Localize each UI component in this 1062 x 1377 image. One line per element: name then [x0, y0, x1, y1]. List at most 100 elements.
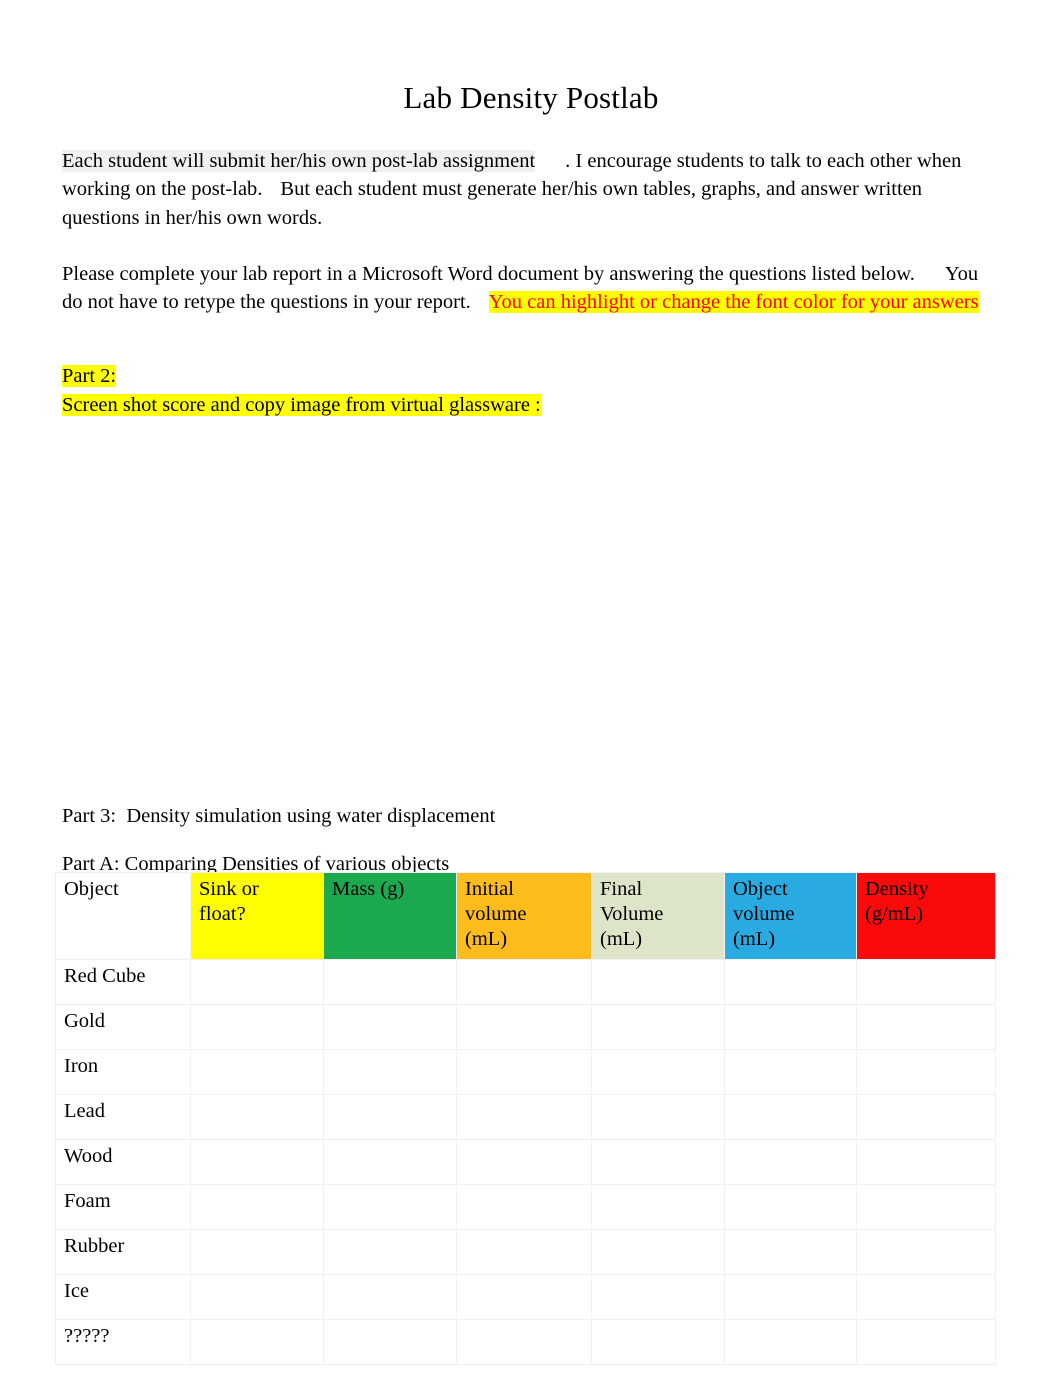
screenshot-placeholder-area — [62, 425, 994, 785]
table-cell-input[interactable] — [323, 1139, 457, 1185]
table-cell-input[interactable] — [323, 1094, 457, 1140]
table-cell-input[interactable] — [456, 1049, 592, 1095]
table-cell-input[interactable] — [856, 1274, 996, 1320]
table-cell-input[interactable] — [856, 1004, 996, 1050]
table-cell-input[interactable] — [456, 959, 592, 1005]
table-cell-input[interactable] — [456, 1184, 592, 1230]
table-cell-object-name: Lead — [55, 1094, 191, 1140]
table-cell-input[interactable] — [724, 1004, 857, 1050]
table-cell-input[interactable] — [456, 1094, 592, 1140]
report-lead: Please complete your lab report in a Mic… — [62, 262, 915, 285]
table-cell-input[interactable] — [724, 1229, 857, 1275]
table-cell-input[interactable] — [190, 1274, 324, 1320]
table-header-line: Initial — [465, 878, 514, 900]
density-table-body: Object Sink or float? Mass (g) Initial volume… — [55, 872, 996, 1365]
table-header-cell: Initial volume (mL) — [456, 872, 592, 960]
table-header-line: volume — [733, 903, 795, 925]
table-cell-input[interactable] — [856, 959, 996, 1005]
table-row: Iron — [55, 1049, 996, 1095]
table-header-line: Mass (g) — [332, 878, 405, 900]
table-cell-object-name: Red Cube — [55, 959, 191, 1005]
table-cell-input[interactable] — [856, 1319, 996, 1365]
table-cell-input[interactable] — [190, 959, 324, 1005]
table-cell-input[interactable] — [591, 1004, 725, 1050]
table-header-line: float? — [199, 903, 246, 925]
table-cell-input[interactable] — [190, 1319, 324, 1365]
table-cell-input[interactable] — [190, 1139, 324, 1185]
table-cell-input[interactable] — [456, 1139, 592, 1185]
table-row: Lead — [55, 1094, 996, 1140]
table-cell-input[interactable] — [591, 1229, 725, 1275]
table-cell-input[interactable] — [724, 1184, 857, 1230]
table-cell-object-name: Iron — [55, 1049, 191, 1095]
table-cell-input[interactable] — [591, 1184, 725, 1230]
table-cell-input[interactable] — [856, 1229, 996, 1275]
table-cell-input[interactable] — [323, 1049, 457, 1095]
table-cell-input[interactable] — [323, 1319, 457, 1365]
table-cell-input[interactable] — [323, 959, 457, 1005]
table-header-line: (mL) — [465, 928, 508, 950]
table-header-cell: Density (g/mL) — [856, 872, 996, 960]
table-cell-input[interactable] — [591, 959, 725, 1005]
table-row: Red Cube — [55, 959, 996, 1005]
table-cell-input[interactable] — [591, 1094, 725, 1140]
part2-block: Part 2: Screen shot score and copy image… — [62, 362, 994, 419]
table-cell-input[interactable] — [190, 1184, 324, 1230]
table-header-line: Volume — [600, 903, 664, 925]
table-header-line: Final — [600, 878, 643, 900]
table-cell-input[interactable] — [323, 1004, 457, 1050]
table-cell-input[interactable] — [190, 1049, 324, 1095]
table-cell-input[interactable] — [323, 1184, 457, 1230]
table-row: ????? — [55, 1319, 996, 1365]
part2-label: Part 2: — [62, 365, 117, 387]
part3-label: Part 3: — [62, 805, 117, 827]
table-cell-input[interactable] — [323, 1274, 457, 1320]
table-header-row: Object Sink or float? Mass (g) Initial volume… — [55, 872, 996, 960]
part2-instruction: Screen shot score and copy image from vi… — [62, 393, 541, 416]
table-cell-input[interactable] — [456, 1229, 592, 1275]
intro-highlighted-lead: Each student will submit her/his own pos… — [62, 149, 536, 172]
table-cell-object-name: Rubber — [55, 1229, 191, 1275]
table-cell-input[interactable] — [856, 1049, 996, 1095]
table-cell-input[interactable] — [190, 1229, 324, 1275]
table-cell-input[interactable] — [591, 1049, 725, 1095]
table-header-line: (mL) — [600, 928, 643, 950]
table-cell-object-name: ????? — [55, 1319, 191, 1365]
table-cell-input[interactable] — [856, 1094, 996, 1140]
table-cell-input[interactable] — [323, 1229, 457, 1275]
table-cell-input[interactable] — [856, 1184, 996, 1230]
table-header-line: (g/mL) — [865, 903, 924, 925]
table-cell-input[interactable] — [724, 1319, 857, 1365]
table-cell-input[interactable] — [591, 1274, 725, 1320]
table-cell-input[interactable] — [190, 1094, 324, 1140]
table-header-line: Object — [733, 878, 788, 900]
table-cell-input[interactable] — [724, 1139, 857, 1185]
table-row: Wood — [55, 1139, 996, 1185]
part2-line-instruction: Screen shot score and copy image from vi… — [62, 391, 994, 420]
table-cell-input[interactable] — [190, 1004, 324, 1050]
table-row: Ice — [55, 1274, 996, 1320]
table-header-line: Object — [64, 878, 119, 900]
table-cell-input[interactable] — [591, 1139, 725, 1185]
table-cell-input[interactable] — [724, 959, 857, 1005]
table-cell-object-name: Gold — [55, 1004, 191, 1050]
report-highlighted-note: You can highlight or change the font col… — [488, 291, 979, 313]
table-cell-object-name: Foam — [55, 1184, 191, 1230]
table-cell-input[interactable] — [856, 1139, 996, 1185]
table-cell-input[interactable] — [724, 1094, 857, 1140]
table-cell-input[interactable] — [724, 1274, 857, 1320]
table-header-line: Density — [865, 878, 929, 900]
table-cell-input[interactable] — [591, 1319, 725, 1365]
paragraph-intro: Each student will submit her/his own pos… — [62, 147, 994, 233]
table-header-cell: Final Volume (mL) — [591, 872, 725, 960]
table-row: Foam — [55, 1184, 996, 1230]
table-cell-input[interactable] — [724, 1049, 857, 1095]
paragraph-report-instructions: Please complete your lab report in a Mic… — [62, 260, 994, 317]
table-row: Gold — [55, 1004, 996, 1050]
document-page: Lab Density Postlab Each student will su… — [0, 0, 1062, 1377]
table-cell-input[interactable] — [456, 1004, 592, 1050]
page-title: Lab Density Postlab — [403, 79, 659, 115]
table-header-cell: Object — [55, 872, 191, 960]
table-cell-input[interactable] — [456, 1319, 592, 1365]
table-cell-input[interactable] — [456, 1274, 592, 1320]
